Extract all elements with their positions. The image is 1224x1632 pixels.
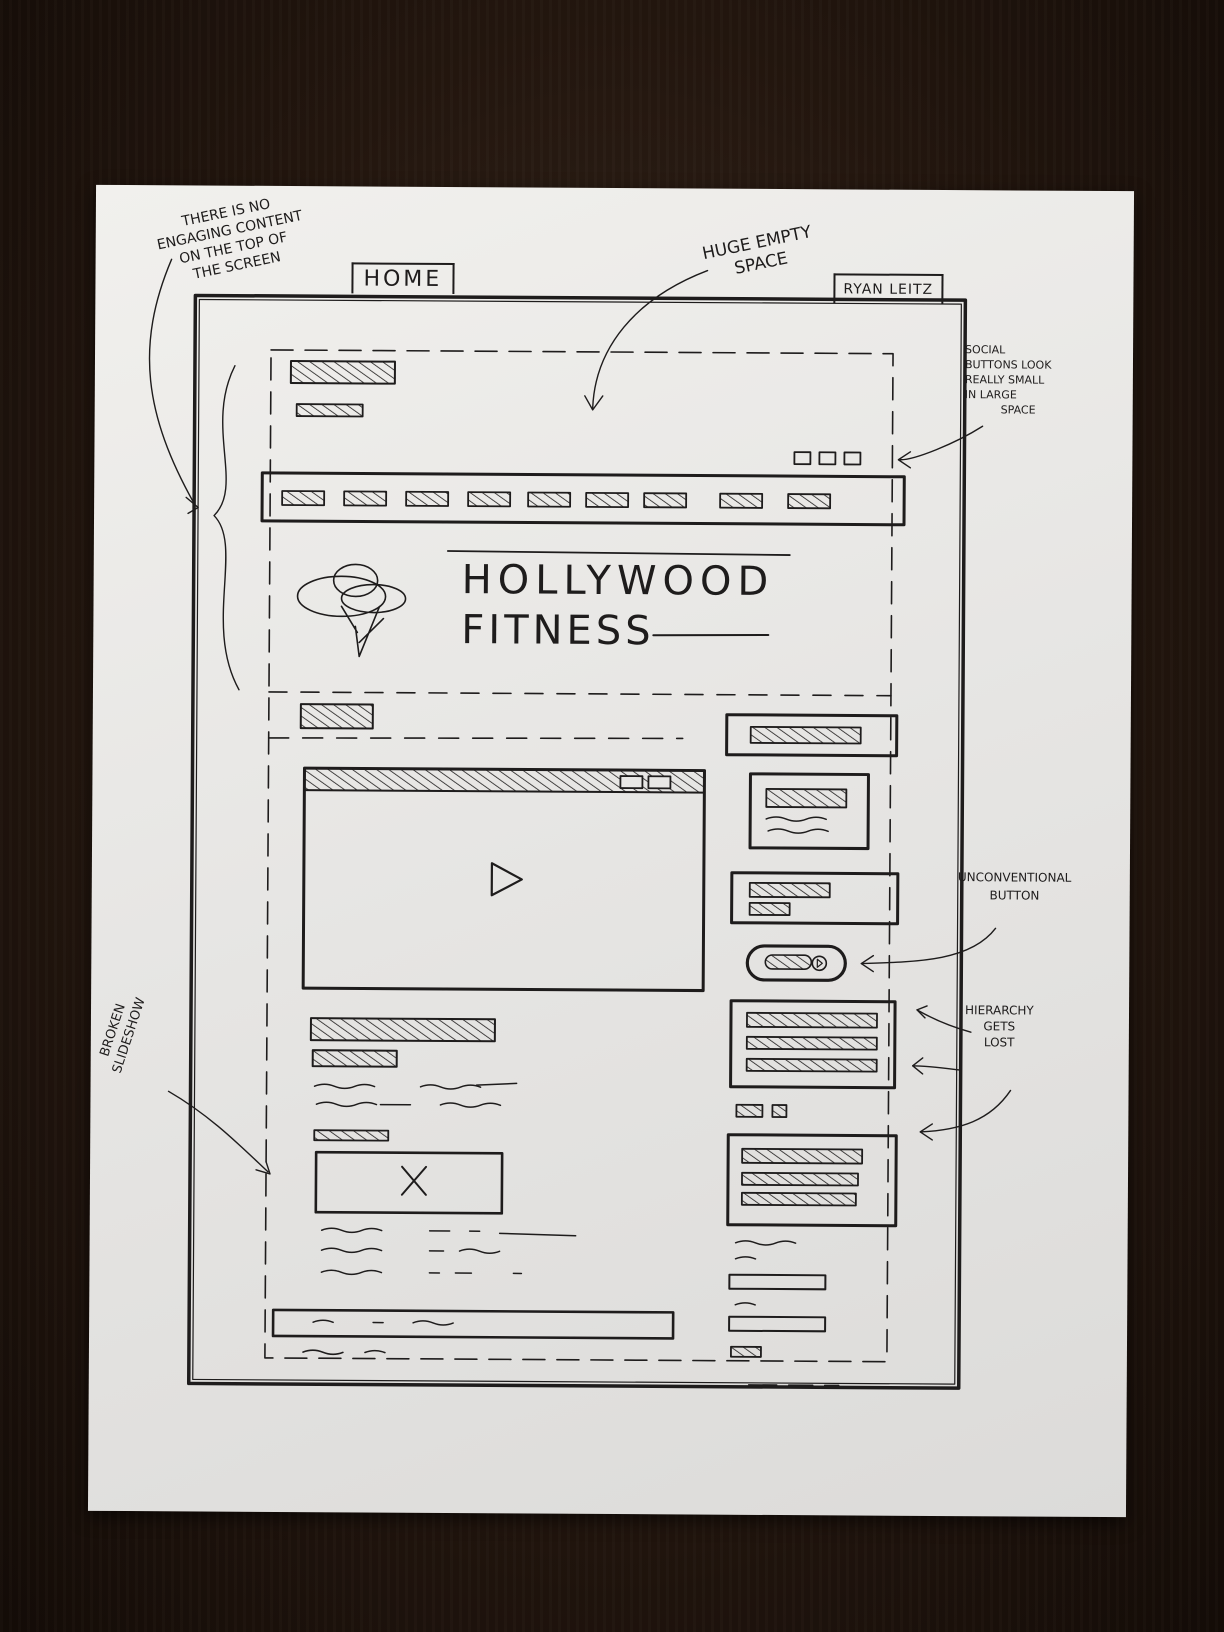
brace (213, 364, 240, 691)
sketch-paper: HOME RYAN LEITZ HOLLYWOOD FITNESS THERE … (87, 184, 1135, 1518)
annotation-button: UNCONVENTIONAL BUTTON (957, 870, 1072, 903)
annotation-hierarchy: HIERARCHY GETS LOST (964, 1003, 1034, 1050)
social-icons (793, 451, 862, 466)
play-icon (490, 862, 523, 897)
header-title-bar (289, 360, 396, 385)
brand-line-2: FITNESS (461, 607, 655, 655)
broken-image-icon (400, 1165, 428, 1196)
arrow-social (899, 425, 984, 461)
video-player (301, 766, 706, 993)
header-subtitle-bar (295, 403, 364, 418)
arrow-button (860, 927, 997, 965)
arrow-hierarchy (919, 1089, 1012, 1133)
arrow-no-content (148, 258, 195, 505)
nav-items (281, 490, 832, 510)
sidebar (725, 713, 900, 1387)
broken-slideshow (314, 1150, 504, 1215)
arrow-empty-space (592, 269, 709, 409)
annotation-social: SOCIAL BUTTONS LOOK REALLY SMALL IN LARG… (964, 343, 1052, 417)
arrow-slideshow (167, 1090, 269, 1173)
tree-logo (296, 563, 407, 658)
brand-line-1: HOLLYWOOD (461, 557, 775, 605)
tab-home[interactable]: HOME (351, 262, 455, 295)
tab-user[interactable]: RYAN LEITZ (833, 273, 944, 305)
